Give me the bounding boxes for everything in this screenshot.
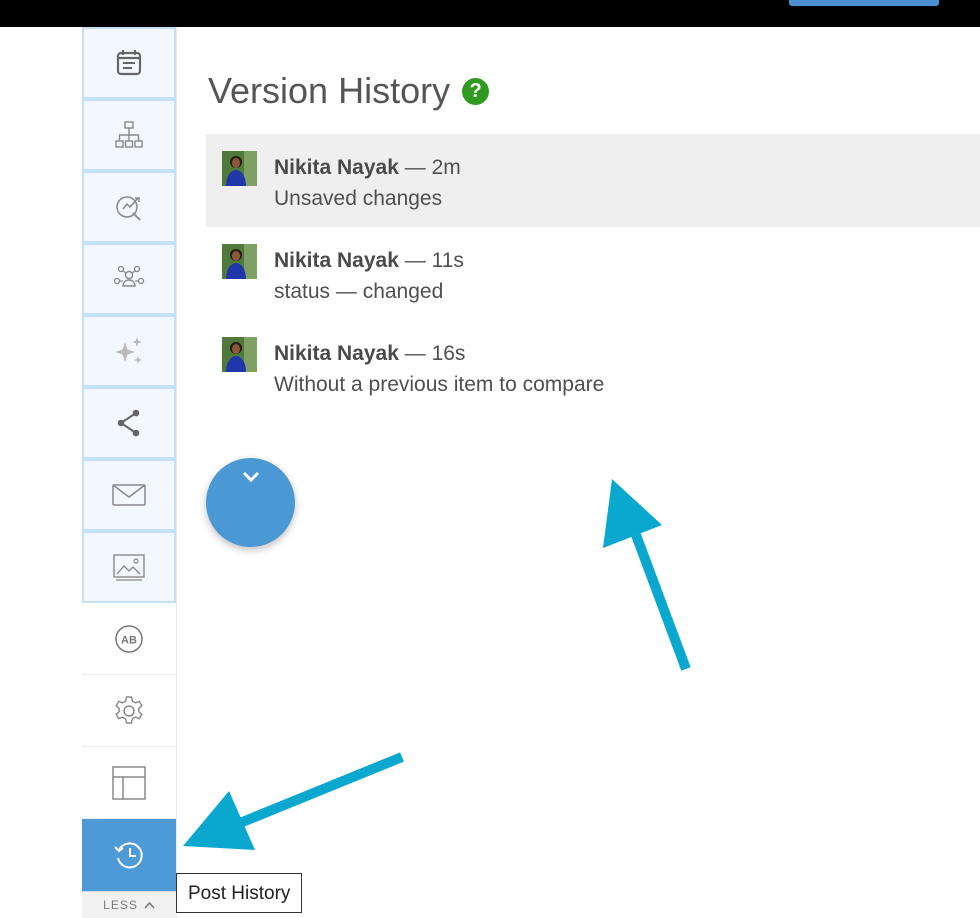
version-age: 16s [431,342,466,365]
sidebar-item-ab-test[interactable]: AB [82,603,176,675]
scroll-down-button[interactable] [206,458,295,547]
sidebar-item-layout[interactable] [82,747,176,819]
top-bar [0,0,980,27]
version-author: Nikita Nayak [274,156,399,179]
sitemap-icon [115,121,143,148]
sidebar-item-network[interactable] [82,243,176,315]
image-icon [113,554,145,581]
sidebar-item-mail[interactable] [82,459,176,531]
chevron-down-icon [242,471,259,483]
version-row[interactable]: Nikita Nayak — 11s status — changed [206,227,980,320]
people-network-icon [113,265,145,287]
sidebar-item-share[interactable] [82,387,176,459]
less-toggle[interactable]: LESS [82,891,176,918]
sparkle-icon [115,337,142,364]
sidebar-item-sitemap[interactable] [82,99,176,171]
version-description: Without a previous item to compare [274,373,605,396]
chevron-up-icon [144,898,155,912]
sidebar-item-sparkle[interactable] [82,315,176,387]
share-icon [117,409,140,437]
gear-icon [115,695,143,724]
avatar [222,151,257,186]
post-history-tooltip: Post History [176,873,303,913]
avatar [222,337,257,372]
history-icon [114,842,143,869]
page-title: Version History ? [208,70,490,112]
svg-text:AB: AB [121,634,137,646]
sidebar-item-calendar[interactable] [82,27,176,99]
sidebar-item-target[interactable] [82,171,176,243]
help-icon[interactable]: ? [462,77,490,105]
version-author: Nikita Nayak [274,342,399,365]
version-age: 2m [431,156,461,179]
sidebar-item-post-history[interactable] [82,819,176,891]
calendar-icon [116,50,142,76]
version-age: 11s [431,249,464,272]
layout-icon [112,765,146,800]
top-bar-button[interactable] [789,0,939,6]
avatar [222,244,257,279]
version-row[interactable]: Nikita Nayak — 16s Without a previous it… [206,320,980,413]
version-author: Nikita Nayak [274,249,399,272]
version-description: Unsaved changes [274,187,443,210]
ab-test-icon: AB [115,624,143,653]
sidebar-item-settings[interactable] [82,675,176,747]
sidebar: AB LESS [82,27,177,918]
less-label: LESS [103,898,138,912]
target-icon [116,196,141,221]
version-list: Nikita Nayak — 2m Unsaved changes Nikita… [206,134,980,413]
sidebar-item-image[interactable] [82,531,176,603]
page-title-text: Version History [208,70,451,111]
version-description: status — changed [274,280,444,303]
mail-icon [112,484,146,506]
version-row[interactable]: Nikita Nayak — 2m Unsaved changes [206,134,980,227]
